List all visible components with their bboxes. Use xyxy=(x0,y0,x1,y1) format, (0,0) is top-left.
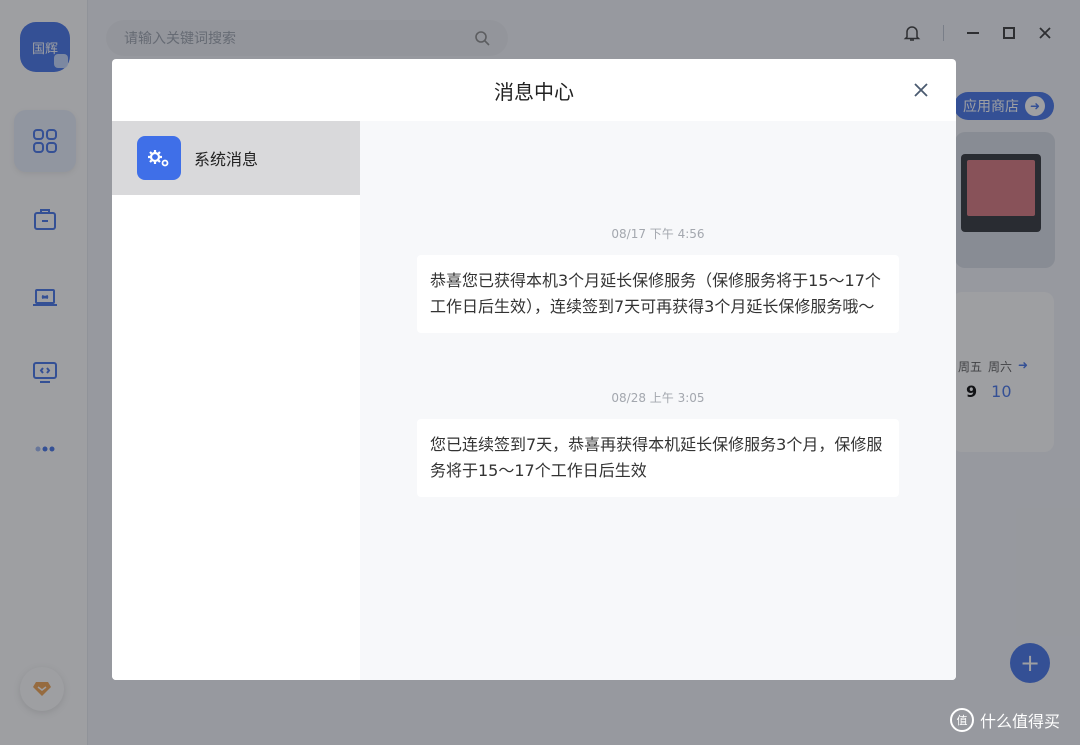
dialog-header: 消息中心 xyxy=(112,59,956,121)
message-bubble: 您已连续签到7天，恭喜再获得本机延长保修服务3个月，保修服务将于15～17个工作… xyxy=(417,419,899,497)
message-bubble: 恭喜您已获得本机3个月延长保修服务（保修服务将于15～17个工作日后生效），连续… xyxy=(417,255,899,333)
message-list: 08/17 下午 4:56 恭喜您已获得本机3个月延长保修服务（保修服务将于15… xyxy=(360,121,956,680)
message-category-list: 系统消息 xyxy=(112,121,360,680)
watermark-text: 什么值得买 xyxy=(980,712,1061,731)
message-timestamp: 08/17 下午 4:56 xyxy=(611,227,705,241)
category-label: 系统消息 xyxy=(194,150,259,169)
message-timestamp: 08/28 上午 3:05 xyxy=(611,391,705,405)
category-system-messages[interactable]: 系统消息 xyxy=(112,121,360,195)
gears-icon xyxy=(137,136,181,180)
message-center-dialog: 消息中心 系统消息 08/17 下午 4:56 恭喜您已获得本机3个月延长保修服… xyxy=(112,59,956,680)
watermark-logo-icon: 值 xyxy=(950,708,974,732)
watermark: 值 什么值得买 xyxy=(950,708,1060,732)
dialog-title: 消息中心 xyxy=(494,79,574,104)
close-dialog-button[interactable] xyxy=(910,79,932,101)
close-icon xyxy=(914,83,928,97)
